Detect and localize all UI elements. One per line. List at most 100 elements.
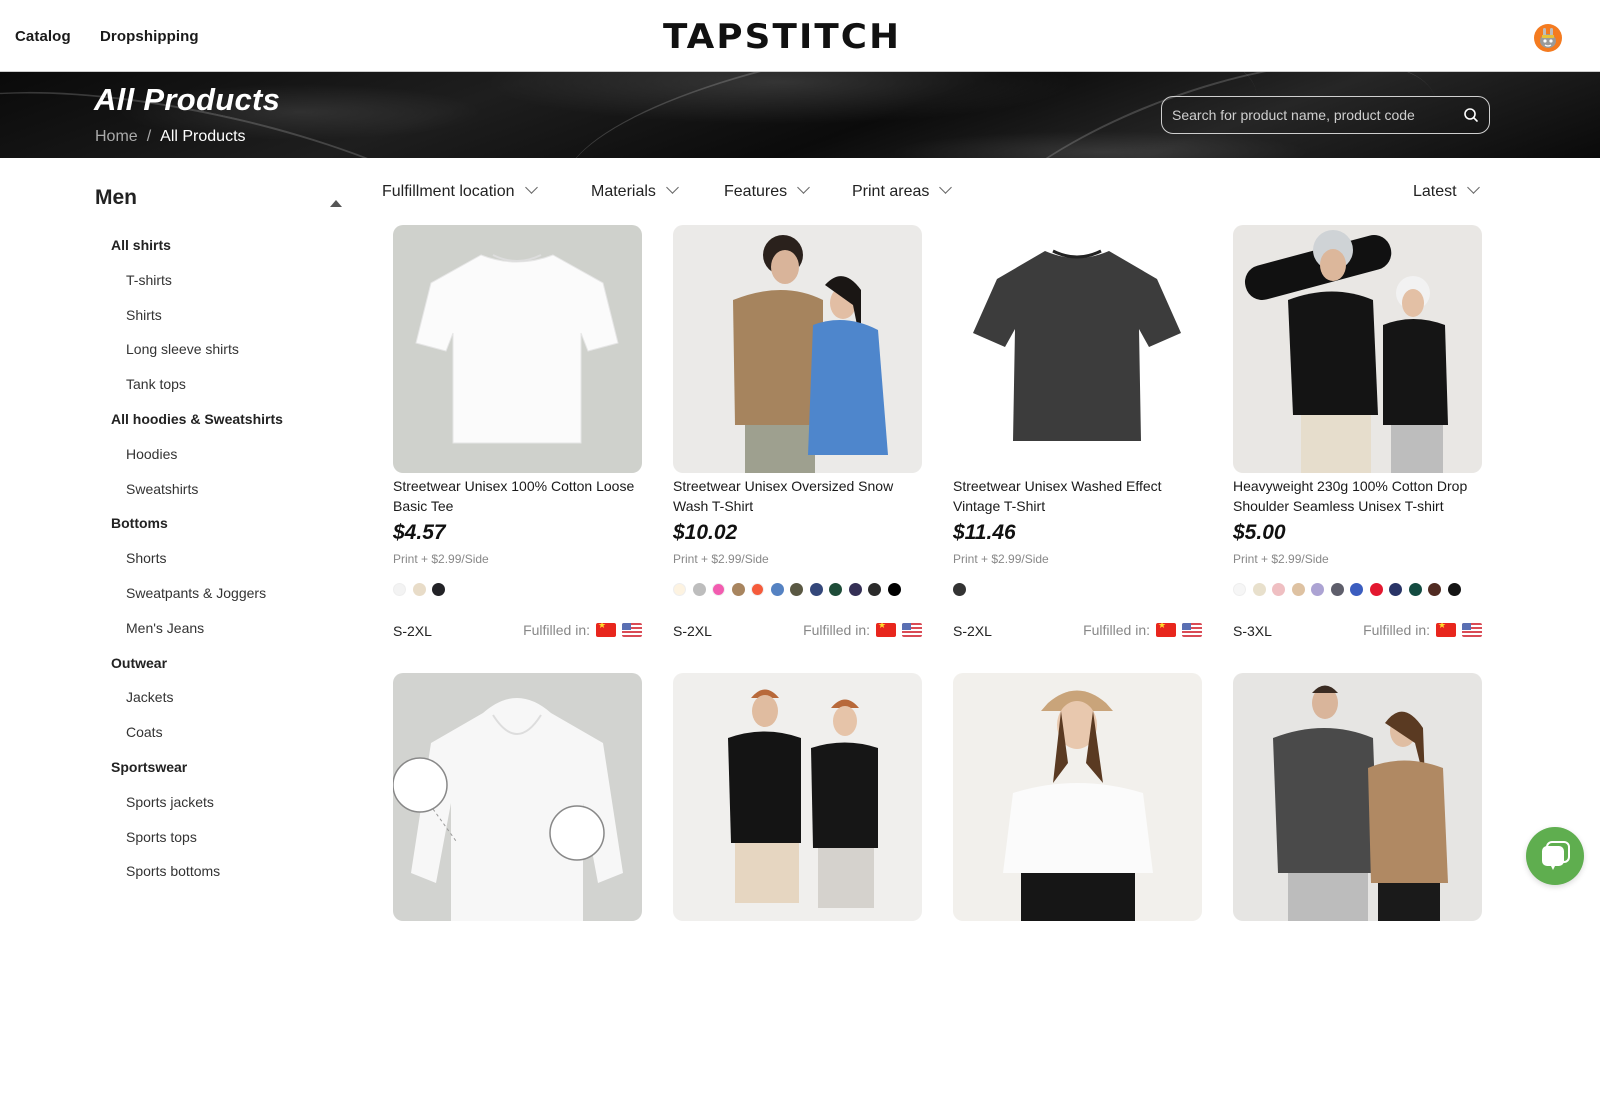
product-card[interactable]: Streetwear Unisex Washed Effect Vintage … <box>953 225 1202 665</box>
product-image[interactable] <box>673 673 922 921</box>
color-swatch[interactable] <box>809 583 823 596</box>
product-card[interactable] <box>953 673 1202 1113</box>
product-image[interactable] <box>1233 673 1482 921</box>
filter-label: Print areas <box>852 183 930 200</box>
product-image[interactable] <box>953 225 1202 473</box>
sidebar-item-shirts[interactable]: Shirts <box>95 298 345 333</box>
product-name[interactable]: Streetwear Unisex Oversized Snow Wash T-… <box>673 477 923 516</box>
sidebar-item-t-shirts[interactable]: T-shirts <box>95 263 345 298</box>
sidebar-item-sports-jackets[interactable]: Sports jackets <box>95 785 345 820</box>
search-icon[interactable] <box>1463 107 1479 123</box>
sidebar-item-jackets[interactable]: Jackets <box>95 680 345 715</box>
chat-bubble-icon <box>1542 841 1570 870</box>
product-image[interactable] <box>1233 225 1482 473</box>
product-card[interactable]: Streetwear Unisex 100% Cotton Loose Basi… <box>393 225 642 665</box>
filter-features[interactable]: Features <box>724 181 811 201</box>
chat-widget-button[interactable] <box>1526 827 1584 885</box>
sidebar-item-tank-tops[interactable]: Tank tops <box>95 367 345 402</box>
sidebar-item-bottoms[interactable]: Bottoms <box>95 506 345 541</box>
color-swatch[interactable] <box>1350 583 1363 596</box>
sidebar-item-sports-tops[interactable]: Sports tops <box>95 820 345 855</box>
product-name[interactable]: Streetwear Unisex Washed Effect Vintage … <box>953 477 1203 516</box>
color-swatch[interactable] <box>829 583 842 596</box>
chevron-down-icon <box>939 181 953 194</box>
filter-print-areas[interactable]: Print areas <box>852 181 953 201</box>
sidebar-item-all-hoodies-sweatshirts[interactable]: All hoodies & Sweatshirts <box>95 402 345 437</box>
color-swatch[interactable] <box>1369 583 1383 596</box>
sidebar-item-sweatshirts[interactable]: Sweatshirts <box>95 472 345 507</box>
sidebar-item-sweatpants-joggers[interactable]: Sweatpants & Joggers <box>95 576 345 611</box>
us-flag-icon <box>1182 623 1202 637</box>
breadcrumb-current: All Products <box>160 128 246 145</box>
color-swatch[interactable] <box>1311 583 1324 596</box>
filter-materials[interactable]: Materials <box>591 181 679 201</box>
tapstitch-logo[interactable]: TAPSTITCH <box>663 17 901 57</box>
sort-dropdown[interactable]: Latest <box>1413 181 1480 201</box>
color-swatch[interactable] <box>868 583 881 596</box>
color-swatch[interactable] <box>673 583 686 596</box>
color-swatch[interactable] <box>1389 583 1402 596</box>
color-swatch[interactable] <box>393 583 406 596</box>
sidebar-item-outwear[interactable]: Outwear <box>95 646 345 681</box>
breadcrumb-home[interactable]: Home <box>95 128 138 145</box>
search-input[interactable] <box>1172 97 1452 133</box>
color-swatch[interactable] <box>1330 583 1344 596</box>
sidebar-item-all-shirts[interactable]: All shirts <box>95 228 345 263</box>
china-flag-icon <box>876 623 896 637</box>
color-swatch[interactable] <box>751 583 764 596</box>
size-range: S-2XL <box>673 623 712 639</box>
filter-bar: Fulfillment location Materials Features … <box>382 180 1492 208</box>
color-swatch[interactable] <box>1291 583 1305 596</box>
color-swatch[interactable] <box>1252 583 1266 596</box>
print-price: Print + $2.99/Side <box>673 552 769 566</box>
product-card[interactable] <box>1233 673 1482 1113</box>
fulfilled-in: Fulfilled in: <box>523 622 642 638</box>
china-flag-icon <box>1436 623 1456 637</box>
sidebar-item-men-s-jeans[interactable]: Men's Jeans <box>95 611 345 646</box>
sidebar-item-coats[interactable]: Coats <box>95 715 345 750</box>
product-image[interactable] <box>393 673 642 921</box>
print-price: Print + $2.99/Side <box>1233 552 1329 566</box>
product-name[interactable]: Heavyweight 230g 100% Cotton Drop Should… <box>1233 477 1483 516</box>
color-swatch[interactable] <box>953 583 966 596</box>
color-swatch[interactable] <box>1428 583 1441 596</box>
product-card[interactable]: Streetwear Unisex Oversized Snow Wash T-… <box>673 225 922 665</box>
sidebar-item-sports-bottoms[interactable]: Sports bottoms <box>95 854 345 889</box>
color-swatch[interactable] <box>692 583 706 596</box>
color-swatch[interactable] <box>770 583 784 596</box>
us-flag-icon <box>622 623 642 637</box>
sidebar-item-hoodies[interactable]: Hoodies <box>95 437 345 472</box>
product-card[interactable] <box>673 673 922 1113</box>
product-image[interactable] <box>673 225 922 473</box>
color-swatch[interactable] <box>731 583 745 596</box>
category-sidebar: Men All shirts T-shirts Shirts Long sleeve … <box>95 180 345 889</box>
caret-up-icon[interactable] <box>330 200 342 207</box>
color-swatch[interactable] <box>1272 583 1285 596</box>
product-name[interactable]: Streetwear Unisex 100% Cotton Loose Basi… <box>393 477 643 516</box>
product-image[interactable] <box>953 673 1202 921</box>
user-avatar[interactable] <box>1534 24 1562 52</box>
color-swatch[interactable] <box>1408 583 1422 596</box>
sidebar-item-shorts[interactable]: Shorts <box>95 541 345 576</box>
sidebar-section-men[interactable]: Men <box>95 180 345 220</box>
us-flag-icon <box>902 623 922 637</box>
chevron-down-icon <box>666 181 679 194</box>
color-swatch[interactable] <box>848 583 862 596</box>
sort-label: Latest <box>1413 183 1457 200</box>
nav-dropshipping[interactable]: Dropshipping <box>100 28 199 45</box>
sidebar-item-sportswear[interactable]: Sportswear <box>95 750 345 785</box>
color-swatch[interactable] <box>432 583 445 596</box>
color-swatch[interactable] <box>412 583 426 596</box>
color-swatch[interactable] <box>790 583 803 596</box>
sidebar-item-long-sleeve-shirts[interactable]: Long sleeve shirts <box>95 332 345 367</box>
nav-catalog[interactable]: Catalog <box>15 28 71 45</box>
product-card[interactable] <box>393 673 642 1113</box>
fulfilled-label: Fulfilled in: <box>1363 622 1430 638</box>
product-card[interactable]: Heavyweight 230g 100% Cotton Drop Should… <box>1233 225 1482 665</box>
color-swatch[interactable] <box>887 583 901 596</box>
color-swatch[interactable] <box>1447 583 1461 596</box>
color-swatch[interactable] <box>712 583 725 596</box>
product-image[interactable] <box>393 225 642 473</box>
filter-fulfillment-location[interactable]: Fulfillment location <box>382 181 538 201</box>
color-swatch[interactable] <box>1233 583 1246 596</box>
